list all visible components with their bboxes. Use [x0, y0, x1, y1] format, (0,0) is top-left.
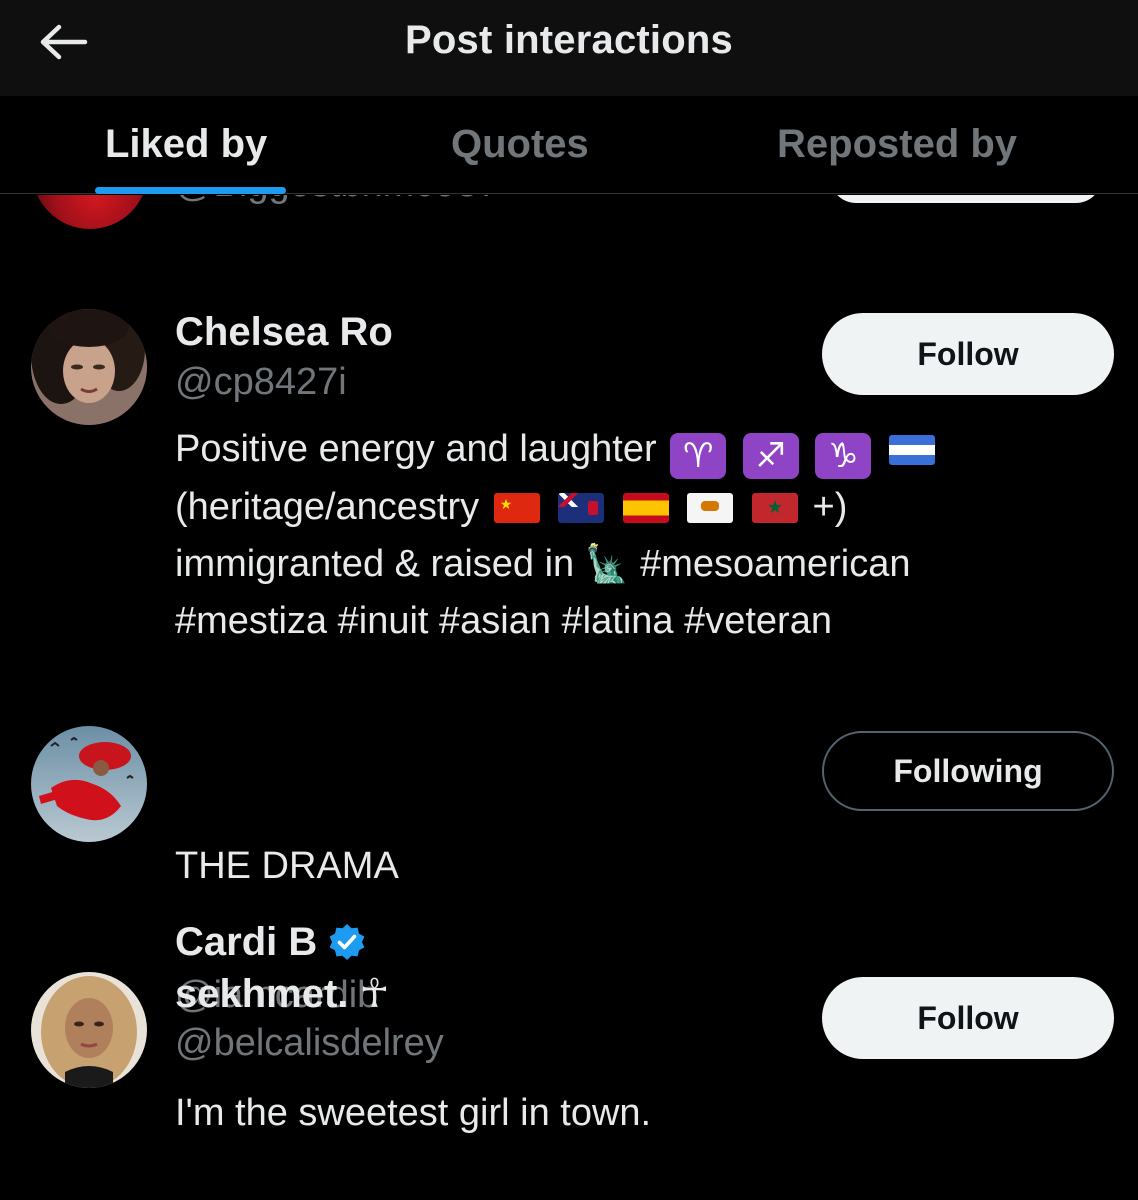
bio-text: (heritage/ancestry: [175, 486, 480, 528]
aries-icon: ♈: [670, 433, 727, 479]
page-title: Post interactions: [405, 18, 733, 62]
sagittarius-icon: ♐: [742, 433, 799, 479]
top-bar: Post interactions: [0, 0, 1138, 96]
active-tab-indicator: [95, 187, 286, 194]
user-name[interactable]: sekhmet. ☥: [175, 969, 389, 1019]
user-handle: @belcalisdelrey: [175, 1022, 444, 1064]
hashtag-link[interactable]: #mesoamerican: [640, 543, 910, 585]
tab-quotes[interactable]: Quotes: [451, 114, 589, 174]
bio-line: immigranted & raised in 🗽 #mesoamerican: [175, 536, 1075, 594]
user-name-text: Chelsea Ro: [175, 309, 393, 354]
tab-bar: Liked by Quotes Reposted by: [0, 96, 1138, 194]
user-name-text: sekhmet. ☥: [175, 972, 390, 1016]
bio-line: Positive energy and laughter ♈ ♐ ♑: [175, 421, 1075, 479]
avatar[interactable]: [31, 726, 147, 842]
user-handle: @cp8427i: [175, 361, 347, 403]
statue-of-liberty-icon: 🗽: [584, 543, 630, 585]
tab-liked-by[interactable]: Liked by: [105, 114, 267, 174]
user-name[interactable]: Chelsea Ro: [175, 307, 393, 357]
capricorn-icon: ♑: [815, 433, 872, 479]
morocco-flag-icon: ★: [751, 493, 798, 523]
avatar[interactable]: [31, 309, 147, 425]
bio-text: +): [812, 486, 848, 528]
spain-flag-icon: [622, 493, 669, 523]
user-bio: THE DRAMA: [175, 845, 399, 887]
follow-button[interactable]: Follow: [822, 977, 1114, 1059]
cayman-islands-flag-icon: [558, 493, 605, 523]
bio-text: Positive energy and laughter: [175, 428, 657, 470]
verified-badge-icon: [329, 924, 365, 960]
nicaragua-flag-icon: [888, 435, 935, 465]
cyprus-flag-icon: [687, 493, 734, 523]
user-name-text: Cardi B: [175, 919, 318, 964]
user-handle: @Biggestbhm0987: [175, 195, 499, 206]
bio-line: (heritage/ancestry ★ ★ +): [175, 479, 1075, 536]
avatar[interactable]: [32, 195, 148, 229]
user-list: @Biggestbhm0987 Chelsea Ro @cp8427i Foll…: [0, 195, 1138, 1200]
user-name[interactable]: Cardi B: [175, 917, 367, 967]
china-flag-icon: ★: [493, 493, 540, 523]
follow-button[interactable]: Follow: [822, 313, 1114, 395]
user-bio: Positive energy and laughter ♈ ♐ ♑ (heri…: [175, 421, 1075, 650]
bio-line[interactable]: #mestiza #inuit #asian #latina #veteran: [175, 593, 1075, 650]
following-button[interactable]: Following: [822, 731, 1114, 811]
follow-button[interactable]: [830, 195, 1102, 203]
bio-text: immigranted & raised in: [175, 542, 575, 585]
user-bio: I'm the sweetest girl in town.: [175, 1092, 652, 1134]
avatar[interactable]: [31, 972, 147, 1088]
tab-reposted-by[interactable]: Reposted by: [777, 114, 1017, 174]
